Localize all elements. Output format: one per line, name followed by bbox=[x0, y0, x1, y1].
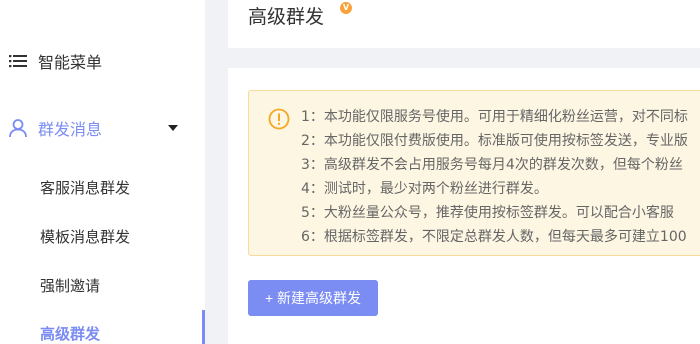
sidebar-item-label: 智能菜单 bbox=[38, 53, 103, 72]
page-header: 高级群发 V bbox=[228, 0, 700, 48]
sidebar-item-forced-invite[interactable]: 强制邀请 bbox=[40, 275, 100, 296]
notice-line: 6：根据标签群发，不限定总群发人数，但每天最多可建立100 bbox=[301, 229, 687, 245]
user-icon bbox=[8, 118, 28, 138]
new-advanced-broadcast-button[interactable]: + 新建高级群发 bbox=[248, 280, 378, 316]
sidebar-item-customer-service-broadcast[interactable]: 客服消息群发 bbox=[40, 177, 130, 198]
sidebar-group-mass-message[interactable]: 群发消息 bbox=[8, 113, 213, 143]
list-icon bbox=[8, 51, 28, 71]
notice-line: 1：本功能仅限服务号使用。可用于精细化粉丝运营，对不同标 bbox=[301, 109, 688, 125]
active-indicator bbox=[202, 310, 205, 344]
sidebar-item-template-broadcast[interactable]: 模板消息群发 bbox=[40, 226, 130, 247]
page-title: 高级群发 bbox=[248, 6, 325, 28]
notice-list: 1：本功能仅限服务号使用。可用于精细化粉丝运营，对不同标 2：本功能仅限付费版使… bbox=[301, 105, 688, 249]
notice-line: 4：测试时，最少对两个粉丝进行群发。 bbox=[301, 181, 548, 197]
warning-icon bbox=[268, 108, 290, 130]
vip-badge: V bbox=[340, 2, 352, 14]
sidebar-group-label: 群发消息 bbox=[38, 120, 103, 139]
sidebar: 智能菜单 群发消息 客服消息群发 模板消息群发 强制邀请 高级群发 bbox=[0, 0, 205, 344]
notice-line: 5：大粉丝量公众号，推荐使用按标签群发。可以配合小客服 bbox=[301, 205, 674, 221]
notice-box: 1：本功能仅限服务号使用。可用于精细化粉丝运营，对不同标 2：本功能仅限付费版使… bbox=[248, 90, 700, 256]
notice-line: 2：本功能仅限付费版使用。标准版可使用按标签发送，专业版 bbox=[301, 133, 688, 149]
content-card: 1：本功能仅限服务号使用。可用于精细化粉丝运营，对不同标 2：本功能仅限付费版使… bbox=[228, 68, 700, 344]
sidebar-item-advanced-broadcast[interactable]: 高级群发 bbox=[40, 323, 100, 344]
sidebar-item-smart-menu[interactable]: 智能菜单 bbox=[8, 46, 213, 76]
caret-down-icon[interactable] bbox=[168, 125, 178, 131]
notice-line: 3：高级群发不会占用服务号每月4次的群发次数，但每个粉丝 bbox=[301, 157, 683, 173]
